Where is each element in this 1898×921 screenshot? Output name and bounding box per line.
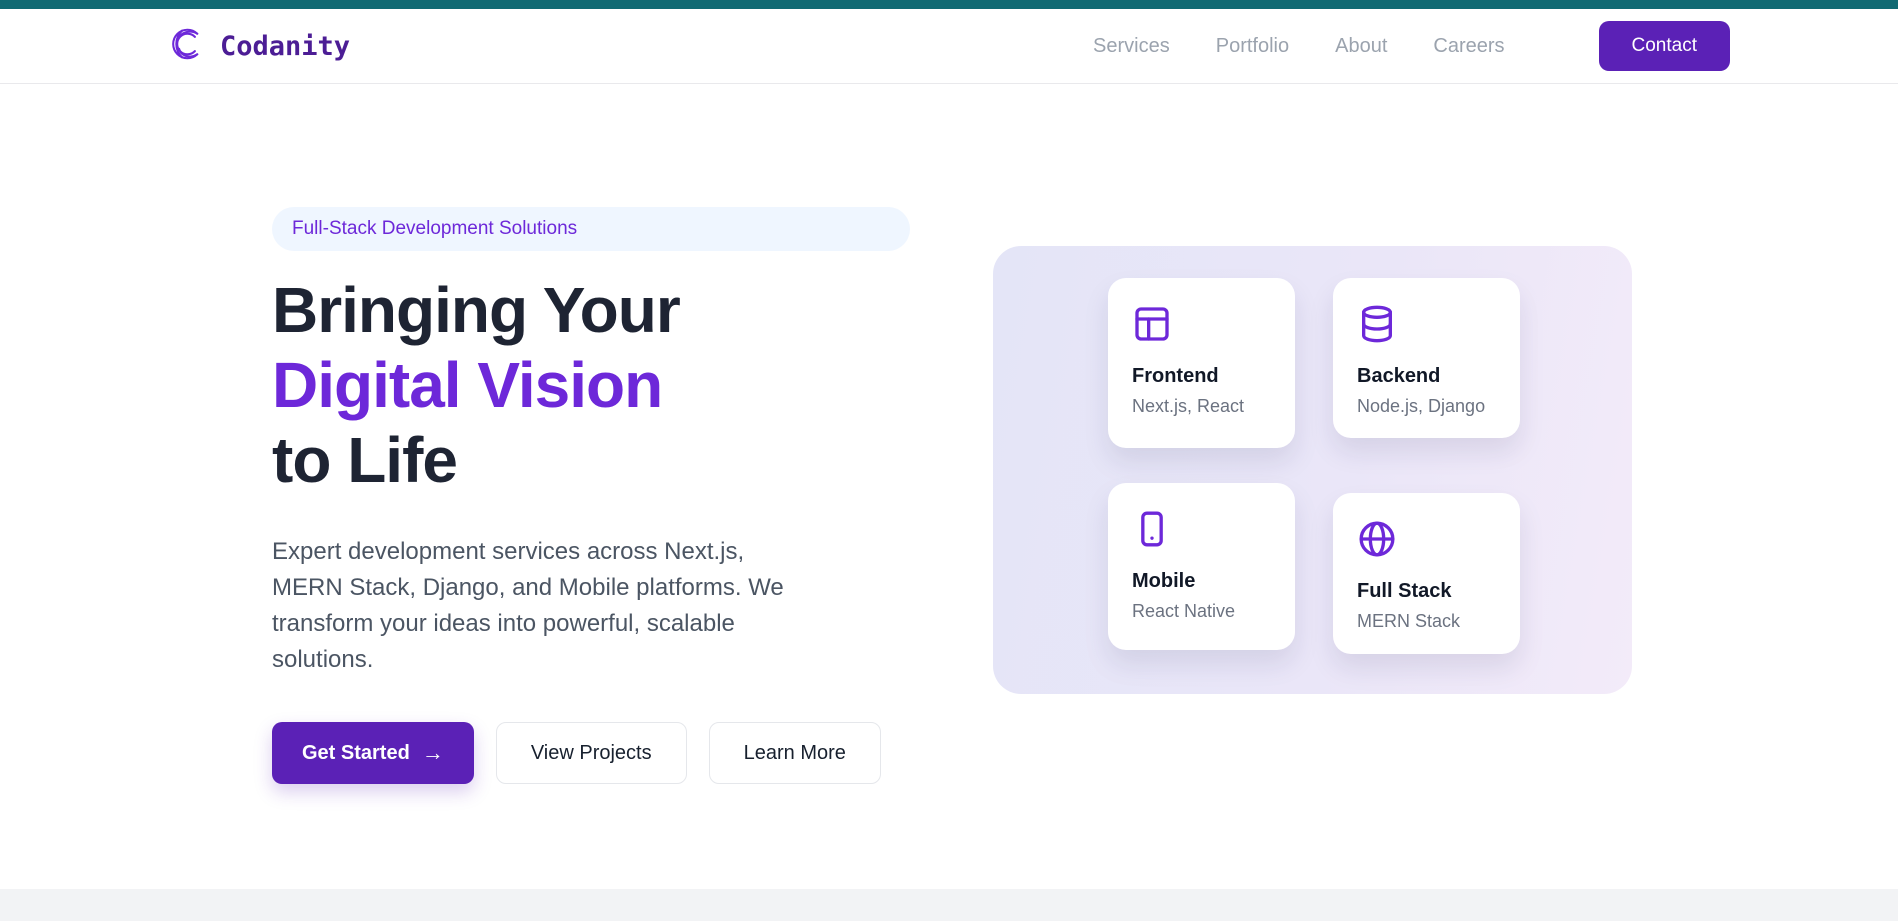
card-title: Backend	[1357, 365, 1498, 388]
card-subtitle: MERN Stack	[1357, 611, 1498, 632]
cta-row: Get Started → View Projects Learn More	[272, 722, 912, 784]
nav-item-services[interactable]: Services	[1093, 35, 1170, 58]
hero-content: Full-Stack Development Solutions Bringin…	[272, 207, 912, 784]
landing-page: Codanity Services Portfolio About Career…	[0, 0, 1898, 921]
brand-logo[interactable]: Codanity	[168, 24, 350, 69]
card-title: Full Stack	[1357, 580, 1498, 603]
card-subtitle: Next.js, React	[1132, 396, 1273, 417]
card-subtitle: React Native	[1132, 601, 1273, 622]
nav-item-about[interactable]: About	[1335, 35, 1387, 58]
codanity-logo-icon	[168, 24, 206, 69]
learn-more-button[interactable]: Learn More	[709, 722, 881, 784]
globe-icon	[1357, 546, 1397, 563]
view-projects-button[interactable]: View Projects	[496, 722, 687, 784]
hero-description: Expert development services across Next.…	[272, 534, 812, 678]
next-section-strip	[0, 889, 1898, 921]
hero-heading-line1: Bringing Your	[272, 273, 912, 348]
get-started-label: Get Started	[302, 742, 410, 765]
services-panel: Frontend Next.js, React Backend Node.js,…	[993, 246, 1632, 694]
card-title: Mobile	[1132, 570, 1273, 593]
hero-badge: Full-Stack Development Solutions	[272, 207, 910, 251]
service-card-frontend[interactable]: Frontend Next.js, React	[1108, 278, 1295, 448]
hero-heading: Bringing Your Digital Vision to Life	[272, 273, 912, 498]
contact-button[interactable]: Contact	[1599, 21, 1730, 71]
card-subtitle: Node.js, Django	[1357, 396, 1498, 417]
get-started-button[interactable]: Get Started →	[272, 722, 474, 784]
site-header: Codanity Services Portfolio About Career…	[0, 9, 1898, 84]
nav-item-portfolio[interactable]: Portfolio	[1216, 35, 1289, 58]
layout-icon	[1132, 331, 1172, 348]
smartphone-icon	[1132, 536, 1172, 553]
arrow-right-icon: →	[422, 740, 444, 766]
top-accent-bar	[0, 0, 1898, 9]
nav-item-careers[interactable]: Careers	[1433, 35, 1504, 58]
service-card-mobile[interactable]: Mobile React Native	[1108, 483, 1295, 650]
database-icon	[1357, 331, 1397, 348]
service-card-fullstack[interactable]: Full Stack MERN Stack	[1333, 493, 1520, 654]
hero-heading-line3: to Life	[272, 423, 912, 498]
service-card-backend[interactable]: Backend Node.js, Django	[1333, 278, 1520, 438]
hero-heading-line2: Digital Vision	[272, 348, 912, 423]
card-title: Frontend	[1132, 365, 1273, 388]
brand-name: Codanity	[220, 31, 350, 62]
main-nav: Services Portfolio About Careers Contact	[1093, 21, 1730, 71]
